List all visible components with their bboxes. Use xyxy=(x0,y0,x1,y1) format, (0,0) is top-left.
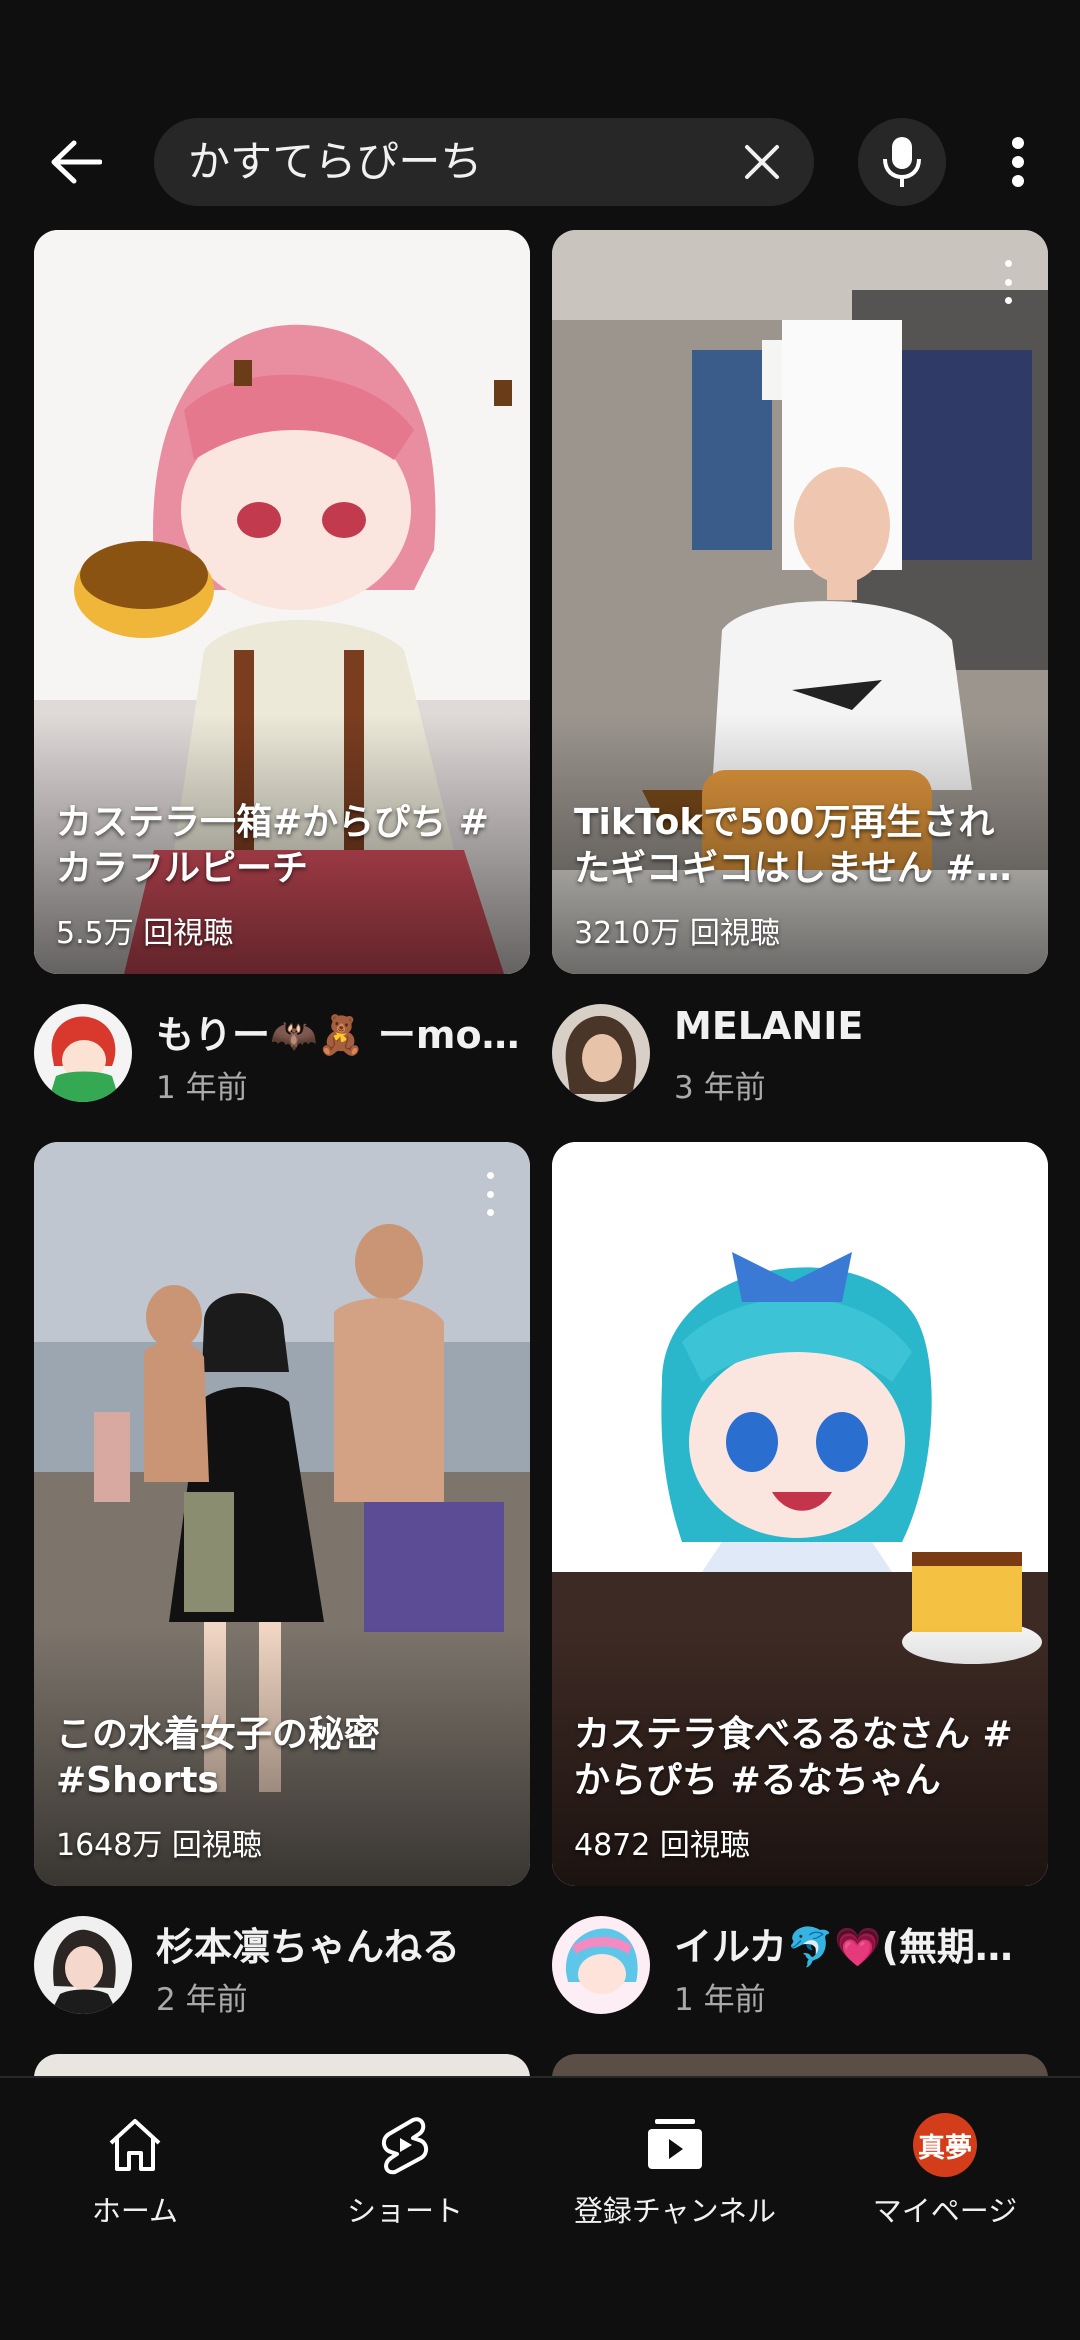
back-button[interactable] xyxy=(36,126,116,198)
nav-subscriptions[interactable]: 登録チャンネル xyxy=(540,2078,810,2268)
more-vertical-icon xyxy=(1012,137,1024,187)
video-title: この水着女子の秘密 #Shorts xyxy=(56,1714,381,1801)
view-count: 3210万 回視聴 xyxy=(574,916,780,951)
video-thumbnail[interactable]: TikTokで500万再生されたギコギコはしません #… 3210万 回視聴 xyxy=(552,230,1048,974)
upload-age: 2 年前 xyxy=(156,1982,248,2018)
video-meta: もりー🦇🧸 ーmori… 1 年前 xyxy=(34,1000,530,1110)
profile-badge: 真夢 xyxy=(913,2113,977,2177)
nav-mypage[interactable]: 真夢 マイページ xyxy=(810,2078,1080,2268)
nav-shorts[interactable]: ショート xyxy=(270,2078,540,2268)
upload-age: 1 年前 xyxy=(156,1070,248,1106)
channel-name[interactable]: イルカ🐬💗(無期限… xyxy=(674,1916,1048,1971)
channel-avatar[interactable] xyxy=(34,1004,132,1102)
close-icon xyxy=(745,145,779,179)
voice-search-button[interactable] xyxy=(858,118,946,206)
arrow-left-icon xyxy=(51,140,102,184)
view-count: 5.5万 回視聴 xyxy=(56,916,234,951)
channel-name[interactable]: MELANIE xyxy=(674,1004,1048,1048)
avatar: 真夢 xyxy=(912,2112,978,2178)
home-icon xyxy=(102,2112,168,2178)
channel-name[interactable]: もりー🦇🧸 ーmori… xyxy=(156,1004,530,1059)
microphone-icon xyxy=(883,137,921,187)
clear-search-button[interactable] xyxy=(732,132,792,192)
video-meta: 杉本凛ちゃんねる 2 年前 xyxy=(34,1912,530,2022)
subscriptions-icon xyxy=(642,2112,708,2178)
upload-age: 1 年前 xyxy=(674,1982,766,2018)
video-title: カステラ食べるるなさん #からぴち #るなちゃん xyxy=(574,1714,1013,1801)
video-meta: MELANIE 3 年前 xyxy=(552,1000,1048,1110)
bottom-navigation: ホーム ショート 登録チャンネル 真夢 マイページ xyxy=(0,2076,1080,2340)
avatar-image xyxy=(552,1916,650,2014)
avatar-image xyxy=(34,1004,132,1102)
video-thumbnail[interactable]: この水着女子の秘密 #Shorts 1648万 回視聴 xyxy=(34,1142,530,1886)
card-menu-button[interactable] xyxy=(480,1172,500,1216)
search-header: かすてらぴーち xyxy=(0,118,1080,206)
upload-age: 3 年前 xyxy=(674,1070,766,1106)
search-input[interactable]: かすてらぴーち xyxy=(154,118,814,206)
search-query: かすてらぴーち xyxy=(188,137,483,186)
video-title: カステラ一箱#からぴち #カラフルピーチ xyxy=(56,802,489,889)
shorts-icon xyxy=(372,2112,438,2178)
video-thumbnail[interactable]: カステラ食べるるなさん #からぴち #るなちゃん 4872 回視聴 xyxy=(552,1142,1048,1886)
channel-avatar[interactable] xyxy=(552,1916,650,2014)
avatar-image xyxy=(34,1916,132,2014)
nav-subscriptions-label: 登録チャンネル xyxy=(573,2194,777,2228)
video-meta: イルカ🐬💗(無期限… 1 年前 xyxy=(552,1912,1048,2022)
video-thumbnail[interactable]: カステラ一箱#からぴち #カラフルピーチ 5.5万 回視聴 xyxy=(34,230,530,974)
nav-shorts-label: ショート xyxy=(346,2194,463,2228)
view-count: 1648万 回視聴 xyxy=(56,1828,262,1863)
nav-home[interactable]: ホーム xyxy=(0,2078,270,2268)
channel-avatar[interactable] xyxy=(34,1916,132,2014)
more-options-button[interactable] xyxy=(988,122,1048,202)
nav-mypage-label: マイページ xyxy=(872,2194,1018,2228)
channel-avatar[interactable] xyxy=(552,1004,650,1102)
channel-name[interactable]: 杉本凛ちゃんねる xyxy=(156,1916,530,1971)
video-title: TikTokで500万再生されたギコギコはしません #… xyxy=(574,802,1012,889)
avatar-image xyxy=(552,1004,650,1102)
nav-home-label: ホーム xyxy=(91,2194,179,2228)
view-count: 4872 回視聴 xyxy=(574,1828,750,1863)
card-menu-button[interactable] xyxy=(998,260,1018,304)
